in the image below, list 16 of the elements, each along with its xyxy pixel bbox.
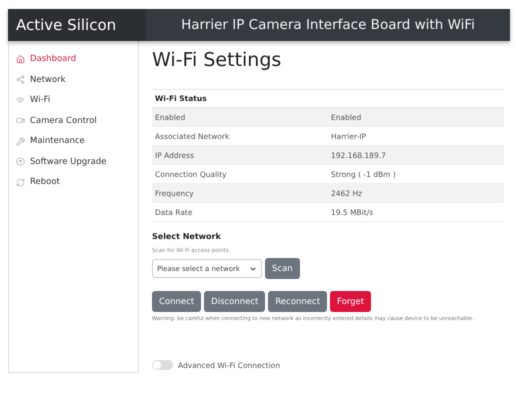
action-button[interactable]: Forget — [330, 291, 372, 312]
app-title: Harrier IP Camera Interface Board with WiFi — [180, 16, 476, 35]
action-button[interactable]: Reconnect — [268, 291, 328, 312]
sidebar-item[interactable]: Network — [9, 70, 138, 90]
sidebar-item[interactable]: Dashboard — [9, 49, 138, 70]
sidebar-item[interactable]: Software Upgrade — [9, 152, 138, 172]
action-button[interactable]: Connect — [152, 291, 202, 312]
section-heading: Select Network — [152, 232, 222, 241]
page-title: Wi-Fi Settings — [152, 49, 282, 71]
sidebar-item[interactable]: Maintenance — [9, 131, 138, 152]
brand-name: Active Silicon — [8, 9, 146, 41]
action-button[interactable]: Disconnect — [204, 291, 266, 312]
sidebar-item[interactable]: Reboot — [9, 172, 138, 192]
scan-button[interactable]: Scan — [265, 258, 300, 279]
sidebar-item[interactable]: Camera Control — [9, 110, 138, 131]
sidebar-item[interactable]: Wi-Fi — [9, 90, 138, 110]
